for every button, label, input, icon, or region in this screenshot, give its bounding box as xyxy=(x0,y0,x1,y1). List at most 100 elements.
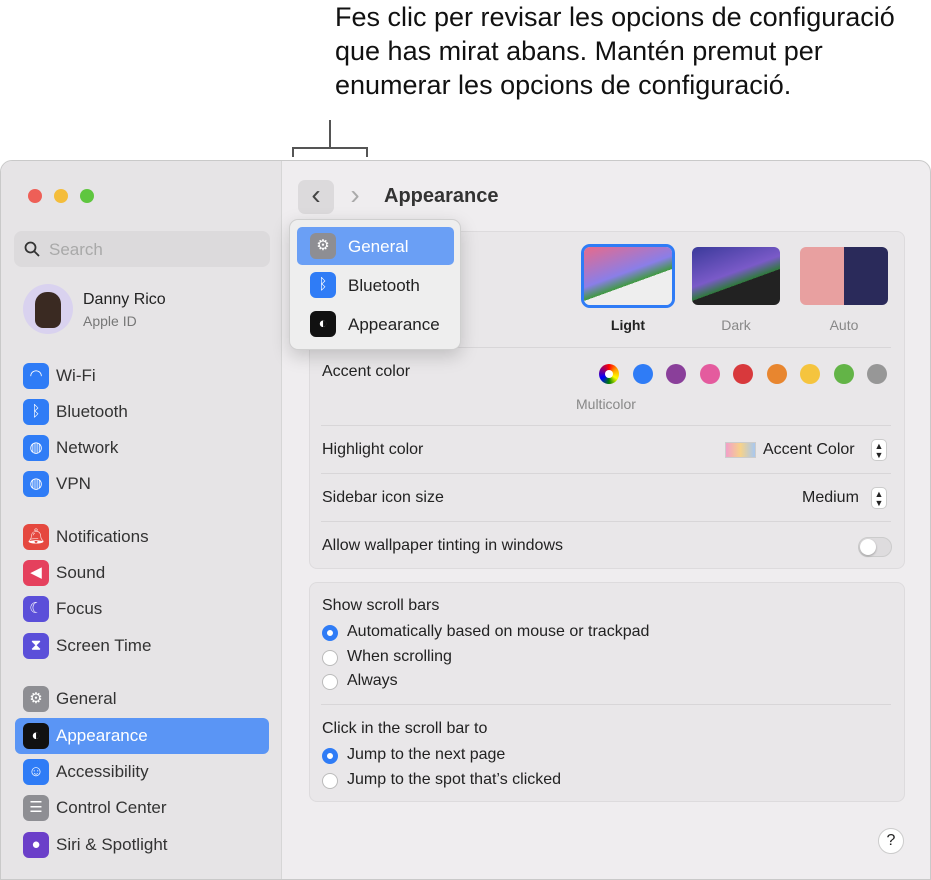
wallpaper-tinting-label: Allow wallpaper tinting in windows xyxy=(322,537,564,554)
radio-button[interactable] xyxy=(322,625,338,641)
vpn-globe-icon: ◍ xyxy=(23,471,49,497)
sidebar-item-label: Bluetooth xyxy=(56,402,128,421)
control-center-icon: ☰ xyxy=(23,795,49,821)
radio-label[interactable]: Automatically based on mouse or trackpad xyxy=(347,623,649,641)
accent-color-swatch[interactable] xyxy=(833,364,854,384)
sidebar-icon-size-value[interactable]: Medium xyxy=(802,489,859,507)
sidebar-item-label: Notifications xyxy=(56,527,149,546)
scroll-bars-group xyxy=(309,582,905,802)
bluetooth-icon: ᛒ xyxy=(23,399,49,425)
accent-color-swatch[interactable] xyxy=(800,364,820,384)
sidebar-item-wi-fi[interactable]: ◠ Wi-Fi xyxy=(15,358,269,394)
callout-bracket xyxy=(292,120,368,157)
divider xyxy=(321,473,891,474)
appearance-option-auto[interactable] xyxy=(800,247,888,305)
appearance-option-light[interactable] xyxy=(584,247,672,305)
radio-label[interactable]: Always xyxy=(347,672,398,690)
history-item-appearance[interactable]: ◐ Appearance xyxy=(297,305,454,343)
sidebar-icon-size-label: Sidebar icon size xyxy=(322,489,444,506)
divider xyxy=(321,704,891,705)
sidebar-icon-size-stepper[interactable]: ▲ ▼ xyxy=(871,487,887,509)
zoom-button[interactable] xyxy=(80,189,94,203)
sidebar-item-label: Screen Time xyxy=(56,636,152,655)
bell-icon: 🔔︎ xyxy=(23,524,49,550)
account-name[interactable]: Danny Rico xyxy=(83,291,166,309)
minimize-button[interactable] xyxy=(54,189,68,203)
radio-button[interactable] xyxy=(322,748,338,764)
sidebar-item-sound[interactable]: ◀ Sound xyxy=(15,555,269,591)
sidebar-item-label: Wi-Fi xyxy=(56,366,96,385)
appearance-option-dark[interactable] xyxy=(692,247,780,305)
accent-color-swatch[interactable] xyxy=(733,364,753,384)
sidebar-item-label: Control Center xyxy=(56,798,167,817)
sidebar-item-general[interactable]: ⚙ General xyxy=(15,681,269,717)
highlight-color-value[interactable]: Accent Color xyxy=(763,441,855,459)
speaker-icon: ◀ xyxy=(23,560,49,586)
sidebar-item-control-center[interactable]: ☰ Control Center xyxy=(15,790,269,826)
siri-icon: ● xyxy=(23,832,49,858)
appearance-icon: ◐ xyxy=(23,723,49,749)
click-scroll-label: Click in the scroll bar to xyxy=(322,720,488,737)
history-item-label: Appearance xyxy=(348,315,440,334)
sidebar: Search Danny Rico Apple ID ◠ Wi-Fi ᛒ Blueto… xyxy=(1,161,282,879)
sidebar-item-appearance[interactable]: ◐ Appearance xyxy=(15,718,269,754)
help-button[interactable]: ? xyxy=(878,828,904,854)
radio-label[interactable]: Jump to the spot that’s clicked xyxy=(347,771,561,789)
divider xyxy=(321,521,891,522)
sidebar-item-notifications[interactable]: 🔔︎ Notifications xyxy=(15,519,269,555)
appearance-icon: ◐ xyxy=(310,311,336,337)
avatar[interactable] xyxy=(23,284,73,334)
sidebar-item-label: Network xyxy=(56,438,119,457)
sidebar-item-label: Appearance xyxy=(56,726,148,745)
account-subtitle: Apple ID xyxy=(83,313,137,329)
sidebar-item-vpn[interactable]: ◍ VPN xyxy=(15,466,269,502)
highlight-stepper[interactable]: ▲ ▼ xyxy=(871,439,887,461)
highlight-swatch xyxy=(725,442,756,458)
accent-color-swatch[interactable] xyxy=(666,364,686,384)
accent-color-swatch[interactable] xyxy=(766,364,787,384)
page-title: Appearance xyxy=(384,185,499,207)
sidebar-item-label: Siri & Spotlight xyxy=(56,835,168,854)
back-button[interactable]: ‹ xyxy=(298,180,334,214)
divider xyxy=(321,425,891,426)
radio-label[interactable]: When scrolling xyxy=(347,648,452,666)
sidebar-item-focus[interactable]: ☾ Focus xyxy=(15,591,269,627)
accent-color-swatch[interactable] xyxy=(632,364,653,384)
globe-icon: ◍ xyxy=(23,435,49,461)
sidebar-item-siri-spotlight[interactable]: ● Siri & Spotlight xyxy=(15,827,269,863)
sidebar-item-label: Sound xyxy=(56,563,106,582)
radio-button[interactable] xyxy=(322,772,338,789)
sidebar-item-bluetooth[interactable]: ᛒ Bluetooth xyxy=(15,394,269,430)
callout-annotation: Fes clic per revisar les opcions de conf… xyxy=(335,2,895,100)
sidebar-item-label: Accessibility xyxy=(56,762,149,781)
hourglass-icon: ⧗ xyxy=(23,633,49,659)
accent-color-label: Accent color xyxy=(322,363,411,380)
history-item-bluetooth[interactable]: ᛒ Bluetooth xyxy=(297,266,454,304)
accent-selected-label: Multicolor xyxy=(576,396,636,412)
sidebar-item-network[interactable]: ◍ Network xyxy=(15,430,269,466)
appearance-option-label: Light xyxy=(610,317,646,333)
gear-icon: ⚙ xyxy=(310,233,336,259)
highlight-color-label: Highlight color xyxy=(322,441,424,458)
accent-color-swatch[interactable] xyxy=(599,364,619,384)
close-button[interactable] xyxy=(28,189,42,203)
radio-label[interactable]: Jump to the next page xyxy=(347,746,505,764)
accent-color-swatch[interactable] xyxy=(699,364,720,384)
radio-button[interactable] xyxy=(322,649,338,666)
history-item-label: General xyxy=(348,237,409,256)
wallpaper-tinting-toggle[interactable] xyxy=(858,537,892,557)
accessibility-icon: ☺ xyxy=(23,759,49,785)
gear-icon: ⚙ xyxy=(23,686,49,712)
forward-button[interactable]: › xyxy=(343,180,367,214)
accent-color-swatch[interactable] xyxy=(867,364,887,384)
history-item-general[interactable]: ⚙ General xyxy=(297,227,454,265)
radio-button[interactable] xyxy=(322,674,338,690)
sidebar-item-screen-time[interactable]: ⧗ Screen Time xyxy=(15,628,269,664)
scroll-bars-label: Show scroll bars xyxy=(322,597,440,614)
history-menu: ⚙ General ᛒ Bluetooth ◐ Appearance xyxy=(289,219,461,350)
appearance-option-label: Dark xyxy=(721,317,751,333)
search-placeholder: Search xyxy=(49,240,103,259)
search-icon xyxy=(24,241,40,257)
search-input[interactable]: Search xyxy=(14,231,270,267)
sidebar-item-accessibility[interactable]: ☺ Accessibility xyxy=(15,754,269,790)
